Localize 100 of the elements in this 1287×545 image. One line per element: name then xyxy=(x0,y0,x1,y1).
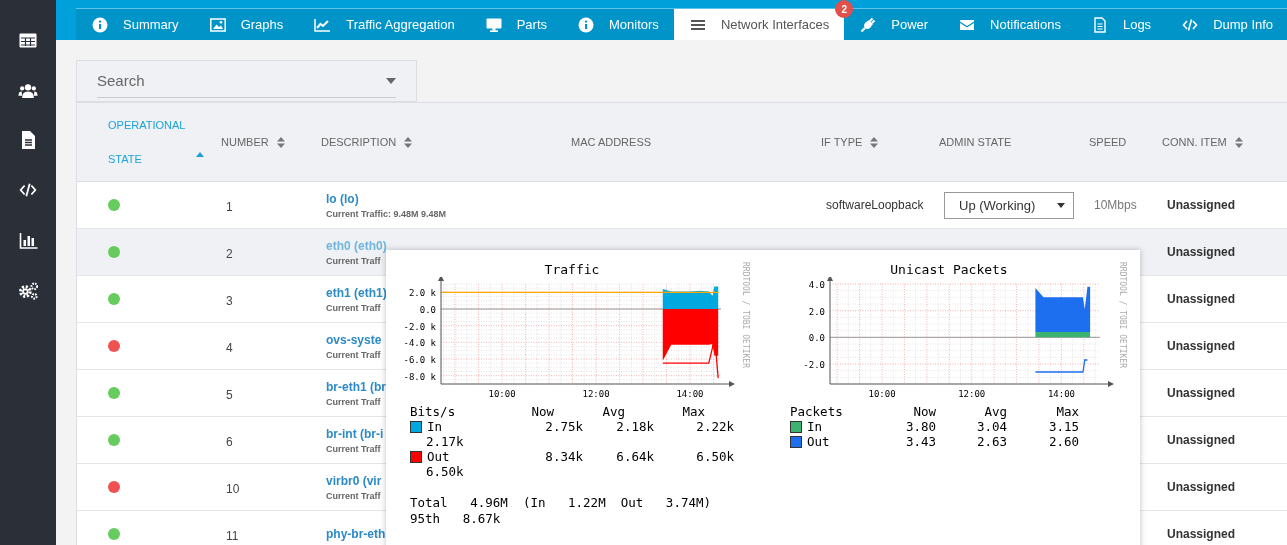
tab[interactable]: Traffic Aggregation xyxy=(298,9,470,40)
legend-header: Max xyxy=(1055,404,1079,419)
conn-item-cell: Unassigned xyxy=(1167,480,1235,494)
tab[interactable]: Logs xyxy=(1075,9,1167,40)
search-input[interactable]: Search xyxy=(97,72,386,89)
legend-value: 8.34k xyxy=(544,449,583,464)
chart-credit: RRDTOOL / TOBI OETIKER xyxy=(741,262,750,370)
legend-header: Now xyxy=(912,404,936,419)
if-type-cell: softwareLoopback xyxy=(826,198,924,212)
chart-credit: RRDTOOL / TOBI OETIKER xyxy=(1118,262,1127,370)
legend-value: 3.15 xyxy=(1047,419,1079,434)
interface-link[interactable]: virbr0 (vir xyxy=(326,473,382,488)
legend-value: 2.22k xyxy=(695,419,734,434)
column-header: MAC ADDRESS xyxy=(571,136,652,148)
column-header[interactable]: NUMBER xyxy=(221,136,269,148)
legend-value: 6.50k xyxy=(425,464,465,479)
legend-value: 3.43 xyxy=(904,434,936,449)
traffic-text: Current Traff xyxy=(326,396,381,407)
legend-header: Avg xyxy=(983,404,1007,419)
legend-header: Bits/s xyxy=(410,404,457,419)
legend-value: 3.80 xyxy=(904,419,936,434)
traffic-text: Current Traff xyxy=(326,490,381,501)
traffic-text: Current Traff xyxy=(326,302,381,313)
axis-tick-label: 0.0 xyxy=(808,333,825,344)
admin-state-select[interactable]: Up (Working) xyxy=(944,191,1074,219)
legend-label: In xyxy=(427,419,443,434)
legend-value: 2.18k xyxy=(615,419,654,434)
axis-tick-label: 12:00 xyxy=(958,389,986,399)
column-header[interactable]: IF TYPE xyxy=(821,136,863,148)
number-cell-text: 4 xyxy=(226,340,233,355)
axis-tick-label: -8.0 k xyxy=(403,371,436,382)
number-cell-text: 11 xyxy=(226,528,239,543)
axis-tick-label: -2.0 xyxy=(803,360,825,370)
legend-total: 95th 8.67k xyxy=(410,511,502,527)
axis-tick-label: -6.0 k xyxy=(403,355,436,365)
number-cell-text: 5 xyxy=(226,387,233,402)
legend-value: 6.50k xyxy=(695,449,734,464)
column-header[interactable]: OPERATIONAL STATE xyxy=(108,108,188,176)
axis-tick-label: 10:00 xyxy=(488,389,516,399)
interface-link[interactable]: lo (lo) xyxy=(326,191,359,206)
legend-header: Packets xyxy=(790,404,844,419)
legend-value: 2.17k xyxy=(425,434,465,449)
legend-label: Out xyxy=(807,434,830,449)
speed-cell: 10Mbps xyxy=(1094,198,1137,212)
legend-value: 3.04 xyxy=(975,419,1007,434)
legend-header: Avg xyxy=(601,404,626,419)
interface-link[interactable]: br-eth1 (br xyxy=(326,379,386,394)
axis-tick-label: -4.0 k xyxy=(403,338,436,349)
tab[interactable]: Summary xyxy=(76,9,194,40)
conn-item-cell: Unassigned xyxy=(1167,292,1235,306)
chart-title: Traffic xyxy=(544,262,600,277)
column-header[interactable]: DESCRIPTION xyxy=(321,136,397,148)
axis-tick-label: 14:00 xyxy=(676,389,704,399)
traffic-text: Current Traff xyxy=(326,349,381,360)
axis-tick-label: 4.0 xyxy=(808,280,825,290)
count-badge: 2 xyxy=(835,0,854,18)
axis-tick-label: 2.0 k xyxy=(408,288,436,299)
legend-header: Now xyxy=(530,404,555,419)
number-cell-text: 3 xyxy=(226,293,233,308)
tab[interactable]: Dump Info xyxy=(1166,9,1287,40)
search-field[interactable]: Search xyxy=(76,60,417,102)
tab[interactable]: Graphs xyxy=(193,9,299,40)
column-header[interactable]: CONN. ITEM xyxy=(1162,136,1227,148)
legend-label: In xyxy=(807,419,823,434)
tab[interactable]: Parts xyxy=(469,9,562,40)
axis-tick-label: 2.0 xyxy=(808,306,825,317)
axis-tick-label: 10:00 xyxy=(868,389,896,399)
number-cell-text: 2 xyxy=(226,246,233,261)
interface-link[interactable]: phy-br-eth xyxy=(326,527,386,541)
chart-title: Unicast Packets xyxy=(890,262,1008,277)
conn-item-cell: Unassigned xyxy=(1167,527,1235,541)
legend-value: 2.60 xyxy=(1047,434,1079,449)
number-cell-text: 10 xyxy=(226,481,240,496)
tab[interactable]: Notifications xyxy=(943,9,1076,40)
traffic-text: Current Traff xyxy=(326,255,381,266)
axis-tick-label: -2.0 k xyxy=(403,321,436,332)
column-header: ADMIN STATE xyxy=(939,136,1012,148)
legend-header: Max xyxy=(681,404,706,419)
tab[interactable]: Monitors xyxy=(562,9,674,40)
axis-tick-label: 14:00 xyxy=(1047,389,1075,399)
column-header: SPEED xyxy=(1089,136,1127,148)
traffic-text: Current Traff xyxy=(326,443,381,454)
axis-tick-label: 12:00 xyxy=(582,389,610,399)
number-cell-text: 6 xyxy=(226,434,233,449)
conn-item-cell: Unassigned xyxy=(1167,386,1235,400)
legend-label: Out xyxy=(427,449,450,464)
legend-value: 2.63 xyxy=(975,434,1007,449)
interface-link[interactable]: ovs-syste xyxy=(326,332,382,347)
legend-total: Total 4.96M (In 1.22M Out 3.74M) xyxy=(410,495,713,511)
interface-link[interactable]: br-int (br-i xyxy=(326,426,384,441)
conn-item-cell: Unassigned xyxy=(1167,433,1235,447)
number-cell-text: 1 xyxy=(226,199,233,214)
legend-value: 2.75k xyxy=(544,419,583,434)
interface-link[interactable]: eth1 (eth1) xyxy=(326,285,387,300)
axis-tick-label: 0.0 xyxy=(419,305,436,315)
legend-value: 6.64k xyxy=(615,449,654,464)
conn-item-cell: Unassigned xyxy=(1167,245,1235,259)
interface-link[interactable]: eth0 (eth0) xyxy=(326,238,387,253)
conn-item-cell: Unassigned xyxy=(1167,198,1235,212)
traffic-text: Current Traffic: 9.48M 9.48M xyxy=(326,208,447,219)
